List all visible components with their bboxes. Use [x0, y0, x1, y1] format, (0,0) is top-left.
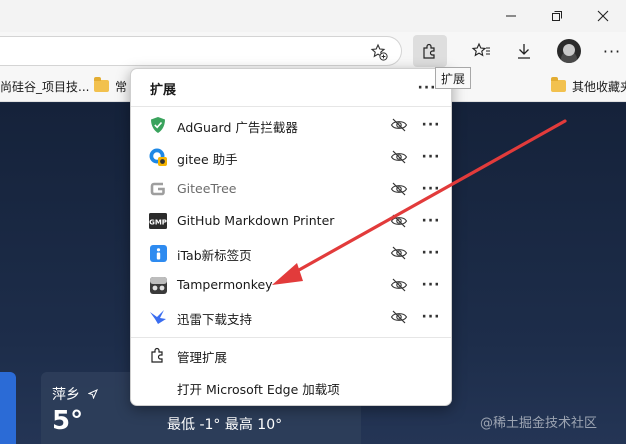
xunlei-bird-icon — [149, 308, 167, 326]
extension-more-button[interactable]: ··· — [420, 179, 442, 199]
open-edge-addons-item[interactable]: 打开 Microsoft Edge 加载项 — [131, 371, 451, 403]
extension-more-button[interactable]: ··· — [420, 115, 442, 135]
extensions-popup: 扩展 ··· AdGuard 广告拦截器 ··· gitee 助手 ··· Gi… — [130, 68, 452, 406]
weather-side-card — [0, 372, 16, 444]
title-bar — [0, 0, 626, 32]
extension-more-button[interactable]: ··· — [420, 211, 442, 231]
minimize-button[interactable] — [488, 0, 534, 32]
extensions-button[interactable] — [413, 35, 447, 67]
extension-name: GiteeTree — [177, 181, 237, 196]
popup-divider — [131, 337, 451, 338]
favorite-label: 其他收藏夹 — [572, 79, 626, 94]
giteetree-g-icon — [149, 180, 167, 198]
profile-avatar[interactable] — [557, 39, 581, 63]
extension-more-button[interactable]: ··· — [420, 147, 442, 167]
extension-more-button[interactable]: ··· — [420, 307, 442, 327]
favorite-label: 尚硅谷_项目技... — [0, 79, 90, 94]
extension-name: Tampermonkey — [177, 277, 273, 292]
extensions-tooltip: 扩展 — [435, 67, 472, 89]
other-favorites-folder[interactable]: 其他收藏夹 — [551, 76, 626, 96]
extension-row-giteetree[interactable]: GiteeTree ··· — [131, 173, 451, 205]
extension-name: 迅雷下载支持 — [177, 312, 253, 327]
popup-title: 扩展 — [150, 83, 177, 98]
svg-text:GMP: GMP — [149, 218, 167, 226]
weather-city: 萍乡 — [52, 384, 98, 404]
city-label: 萍乡 — [52, 387, 80, 403]
extension-name: AdGuard 广告拦截器 — [177, 120, 298, 135]
downloads-button[interactable] — [507, 35, 541, 67]
extension-row-gitee[interactable]: gitee 助手 ··· — [131, 141, 451, 173]
puzzle-icon — [423, 43, 435, 59]
puzzle-icon — [149, 346, 167, 364]
manage-extensions-item[interactable]: 管理扩展 — [131, 339, 451, 371]
star-add-icon — [370, 43, 388, 61]
close-icon — [597, 10, 609, 22]
close-window-button[interactable] — [580, 0, 626, 32]
favorites-star-icon — [471, 42, 490, 57]
extension-row-adguard[interactable]: AdGuard 广告拦截器 ··· — [131, 109, 451, 141]
folder-icon — [551, 77, 566, 92]
extension-name: iTab新标签页 — [177, 248, 252, 263]
hidden-eye-icon[interactable] — [389, 212, 409, 230]
extension-name: gitee 助手 — [177, 152, 238, 167]
favorite-folder[interactable]: 常 — [94, 76, 127, 96]
manage-extensions-label: 管理扩展 — [177, 350, 228, 365]
download-icon — [518, 44, 530, 59]
extension-more-button[interactable]: ··· — [420, 243, 442, 263]
gmp-icon: GMP — [149, 212, 167, 230]
address-bar[interactable] — [0, 36, 402, 66]
hidden-eye-icon[interactable] — [389, 308, 409, 326]
open-edge-addons-label: 打开 Microsoft Edge 加载项 — [177, 382, 340, 397]
folder-icon — [94, 77, 109, 92]
favorite-label: 常 — [115, 79, 128, 94]
extension-row-tampermonkey[interactable]: Tampermonkey ··· — [131, 269, 451, 301]
extension-more-button[interactable]: ··· — [420, 275, 442, 295]
adguard-shield-icon — [149, 116, 167, 134]
settings-more-button[interactable]: ··· — [597, 35, 626, 67]
gitee-helper-icon — [149, 148, 167, 166]
extension-row-github-markdown-printer[interactable]: GMP GitHub Markdown Printer ··· — [131, 205, 451, 237]
tampermonkey-icon — [149, 276, 167, 294]
restore-icon — [552, 11, 562, 21]
add-favorite-button[interactable] — [370, 43, 388, 65]
extension-name: GitHub Markdown Printer — [177, 213, 335, 228]
weather-temperature: 5° — [52, 406, 84, 436]
hidden-eye-icon[interactable] — [389, 276, 409, 294]
hidden-eye-icon[interactable] — [389, 180, 409, 198]
popup-header: 扩展 ··· — [131, 69, 451, 107]
extension-row-itab[interactable]: iTab新标签页 ··· — [131, 237, 451, 269]
restore-button[interactable] — [534, 0, 580, 32]
hidden-eye-icon[interactable] — [389, 116, 409, 134]
weather-range: 最低 -1° 最高 10° — [167, 417, 283, 433]
minimize-icon — [506, 15, 516, 17]
itab-icon — [149, 244, 167, 262]
watermark: @稀土掘金技术社区 — [480, 416, 598, 431]
favorite-item[interactable]: 尚硅谷_项目技... — [0, 76, 89, 96]
hidden-eye-icon[interactable] — [389, 244, 409, 262]
favorites-button[interactable] — [464, 35, 498, 67]
location-arrow-icon — [88, 389, 98, 399]
extension-row-xunlei[interactable]: 迅雷下载支持 ··· — [131, 301, 451, 333]
hidden-eye-icon[interactable] — [389, 148, 409, 166]
